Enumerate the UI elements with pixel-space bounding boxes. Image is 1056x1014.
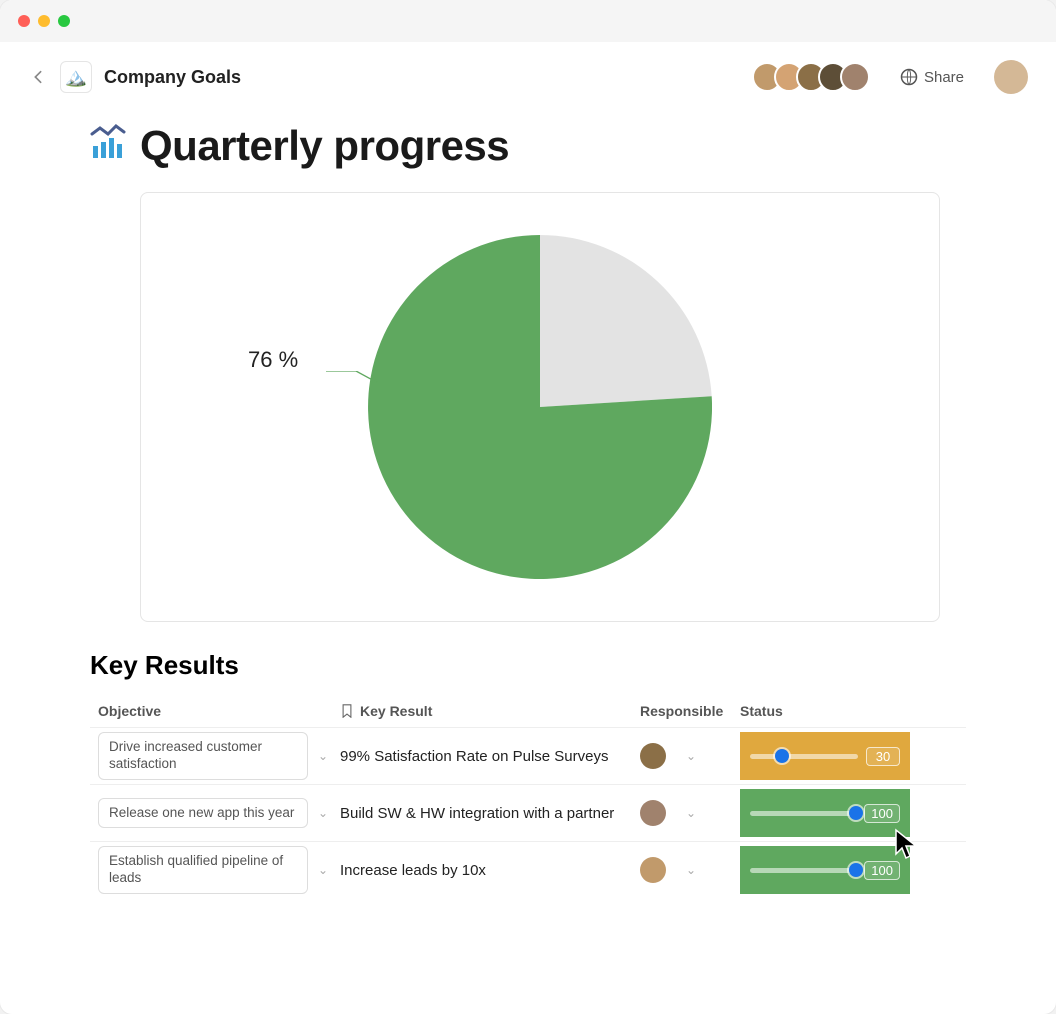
column-responsible: Responsible [640,703,740,719]
chevron-down-icon[interactable]: ⌄ [686,806,696,820]
column-key-result: Key Result [340,703,640,719]
table-row: Drive increased customer satisfaction ⌄ 99… [90,727,966,784]
app-window: 🏔️ Company Goals Share [0,0,1056,1014]
table-row: Release one new app this year ⌄ Build SW &… [90,784,966,841]
objective-chip[interactable]: Release one new app this year [98,798,308,829]
progress-chart: 76 % [140,192,940,622]
status-value: 30 [866,747,900,766]
share-button[interactable]: Share [900,68,964,86]
page-content: Quarterly progress 76 % Key Results Obje… [0,112,1056,938]
key-result-text[interactable]: Increase leads by 10x [340,862,486,879]
collaborator-avatars[interactable] [760,62,870,92]
responsible-avatar[interactable] [640,800,666,826]
chevron-down-icon[interactable]: ⌄ [318,749,328,763]
column-status: Status [740,703,910,719]
key-results-table: Objective Key Result Responsible Status … [90,695,966,898]
key-results-heading: Key Results [90,650,966,681]
profile-avatar[interactable] [994,60,1028,94]
share-icon [900,68,918,86]
pie-chart [368,235,712,579]
status-slider[interactable]: 100 [740,789,910,837]
status-slider[interactable]: 30 [740,732,910,780]
objective-chip[interactable]: Establish qualified pipeline of leads [98,846,308,894]
back-button[interactable] [28,67,48,87]
chevron-down-icon[interactable]: ⌄ [686,749,696,763]
chart-percentage-label: 76 % [248,347,298,373]
avatar[interactable] [840,62,870,92]
chevron-left-icon [34,70,42,84]
leader-line [326,371,382,385]
close-window-icon[interactable] [18,15,30,27]
status-value: 100 [864,861,900,880]
table-row: Establish qualified pipeline of leads ⌄ In… [90,841,966,898]
document-icon: 🏔️ [60,61,92,93]
mouse-cursor-icon [892,828,924,860]
chevron-down-icon[interactable]: ⌄ [318,863,328,877]
status-slider[interactable]: 100 [740,846,910,894]
responsible-avatar[interactable] [640,743,666,769]
chevron-down-icon[interactable]: ⌄ [318,806,328,820]
key-result-text[interactable]: Build SW & HW integration with a partner [340,805,614,822]
mac-titlebar [0,0,1056,42]
status-value: 100 [864,804,900,823]
chevron-down-icon[interactable]: ⌄ [686,863,696,877]
document-title[interactable]: Company Goals [104,67,241,88]
column-objective: Objective [90,703,340,719]
page-title: Quarterly progress [140,122,509,170]
table-header: Objective Key Result Responsible Status [90,695,966,727]
header-bar: 🏔️ Company Goals Share [0,42,1056,112]
share-label: Share [924,69,964,86]
chart-icon [90,124,126,169]
maximize-window-icon[interactable] [58,15,70,27]
responsible-avatar[interactable] [640,857,666,883]
column-key-result-label: Key Result [360,703,432,719]
page-title-row: Quarterly progress [90,122,966,170]
bookmark-icon [340,704,354,718]
objective-chip[interactable]: Drive increased customer satisfaction [98,732,308,780]
minimize-window-icon[interactable] [38,15,50,27]
key-result-text[interactable]: 99% Satisfaction Rate on Pulse Surveys [340,748,608,765]
